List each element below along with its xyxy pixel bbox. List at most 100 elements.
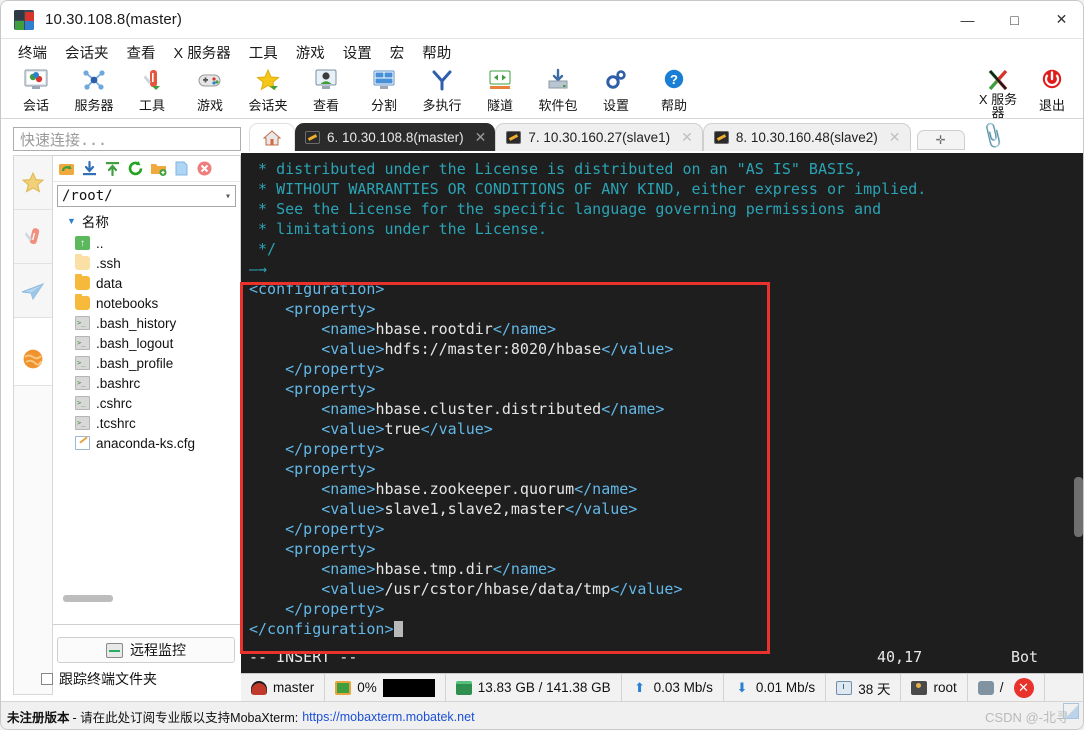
paperclip-icon[interactable]: 📎 bbox=[976, 120, 1008, 152]
key-icon bbox=[305, 130, 320, 144]
menu-view[interactable]: 查看 bbox=[118, 40, 165, 65]
file-column-header[interactable]: ▼ 名称 bbox=[53, 207, 240, 233]
menu-tools[interactable]: 工具 bbox=[240, 40, 287, 65]
toolbar-sessions-folder-button[interactable]: 会话夹 bbox=[239, 65, 297, 119]
terminal-line: </property> bbox=[249, 359, 1083, 379]
terminal-text: </value> bbox=[565, 500, 638, 518]
minimize-button[interactable]: — bbox=[944, 1, 991, 39]
list-item[interactable]: notebooks bbox=[75, 293, 240, 313]
upload-icon[interactable] bbox=[102, 159, 122, 179]
go-up-icon[interactable] bbox=[56, 159, 76, 179]
list-item[interactable]: .bash_logout bbox=[75, 333, 240, 353]
toolbar-servers-label: 服务器 bbox=[74, 98, 114, 113]
menu-terminal[interactable]: 终端 bbox=[9, 40, 56, 65]
terminal-text: </name> bbox=[492, 320, 557, 338]
registration-bar: 未注册版本 - 请在此处订阅专业版以支持MobaXterm: https://m… bbox=[1, 701, 1083, 729]
list-item[interactable]: .tcshrc bbox=[75, 413, 240, 433]
new-folder-icon[interactable] bbox=[148, 159, 168, 179]
remote-monitoring-button[interactable]: 远程监控 bbox=[57, 637, 235, 663]
toolbar-tunneling-button[interactable]: 隧道 bbox=[471, 65, 529, 119]
sidebar-item-macros[interactable] bbox=[14, 332, 52, 386]
file-column-header-label: 名称 bbox=[81, 215, 109, 230]
terminal-scrollbar[interactable] bbox=[1074, 157, 1083, 667]
status-cpu-label: 0% bbox=[357, 680, 377, 695]
toolbar-session-button[interactable]: 会话 bbox=[7, 65, 65, 119]
key-icon bbox=[506, 131, 522, 144]
main-toolbar: 会话 服务器 工具 游戏 会话夹 查看 分割 多执行 隧道 软件包 设置 ? 帮… bbox=[1, 65, 1083, 119]
toolbar-multiexec-button[interactable]: 多执行 bbox=[413, 65, 471, 119]
tab-home[interactable] bbox=[249, 123, 295, 151]
mobaxterm-link[interactable]: https://mobaxterm.mobatek.net bbox=[302, 710, 474, 724]
tab-close-icon[interactable]: ✕ bbox=[475, 129, 487, 146]
list-item[interactable]: .bash_history bbox=[75, 313, 240, 333]
tab-session-slave1[interactable]: 7. 10.30.160.27(slave1) ✕ bbox=[495, 123, 703, 151]
list-item[interactable]: data bbox=[75, 273, 240, 293]
toolbar-split-button[interactable]: 分割 bbox=[355, 65, 413, 119]
terminal-text: * See the License for the specific langu… bbox=[249, 200, 882, 218]
menu-settings[interactable]: 设置 bbox=[334, 40, 381, 65]
monitor-icon bbox=[106, 642, 123, 658]
list-item[interactable]: .bashrc bbox=[75, 373, 240, 393]
close-button[interactable]: ✕ bbox=[1038, 1, 1083, 39]
sidebar-item-tools[interactable] bbox=[14, 210, 52, 264]
cpu-graph bbox=[382, 678, 435, 697]
status-memory-label: 13.83 GB / 141.38 GB bbox=[477, 680, 611, 695]
quick-connect-input[interactable]: 快速连接... bbox=[13, 127, 241, 151]
list-item[interactable]: ↑ .. bbox=[75, 233, 240, 253]
tab-close-icon[interactable]: ✕ bbox=[681, 129, 693, 146]
terminal-text: * WITHOUT WARRANTIES OR CONDITIONS OF AN… bbox=[249, 180, 927, 198]
list-item[interactable]: anaconda-ks.cfg bbox=[75, 433, 240, 453]
sidebar-item-send[interactable] bbox=[14, 264, 52, 318]
new-file-icon[interactable] bbox=[171, 159, 191, 179]
sidebar-item-favorites[interactable] bbox=[14, 156, 52, 210]
scrollbar-thumb[interactable] bbox=[63, 595, 113, 602]
toolbar-view-button[interactable]: 查看 bbox=[297, 65, 355, 119]
menu-sessions[interactable]: 会话夹 bbox=[56, 40, 118, 65]
terminal-line: * distributed under the License is distr… bbox=[249, 159, 1083, 179]
tab-close-icon[interactable]: ✕ bbox=[889, 129, 901, 146]
unregistered-label: 未注册版本 bbox=[7, 711, 70, 725]
terminal-line: <name>hbase.tmp.dir</name> bbox=[249, 559, 1083, 579]
menu-macros[interactable]: 宏 bbox=[381, 40, 414, 65]
delete-icon[interactable] bbox=[194, 159, 214, 179]
list-item[interactable]: .ssh bbox=[75, 253, 240, 273]
toolbar-xserver-button[interactable]: X 服务 器 bbox=[971, 65, 1025, 119]
checkbox-icon[interactable] bbox=[41, 673, 53, 685]
tab-session-slave2[interactable]: 8. 10.30.160.48(slave2) ✕ bbox=[702, 123, 911, 151]
toolbar-tools-button[interactable]: 工具 bbox=[123, 65, 181, 119]
toolbar-packages-button[interactable]: 软件包 bbox=[529, 65, 587, 119]
download-icon[interactable] bbox=[79, 159, 99, 179]
menu-help[interactable]: 帮助 bbox=[413, 40, 460, 65]
follow-terminal-folder-checkbox[interactable]: 跟踪终端文件夹 bbox=[41, 669, 157, 689]
window-resize-grip[interactable] bbox=[1063, 703, 1079, 719]
status-upload-label: 0.03 Mb/s bbox=[653, 680, 713, 695]
tab-session-master[interactable]: 6. 10.30.108.8(master) ✕ bbox=[295, 123, 496, 151]
file-panel-toolbar bbox=[53, 156, 240, 182]
disk-icon bbox=[977, 680, 994, 695]
session-close-button[interactable]: ✕ bbox=[1013, 677, 1034, 698]
toolbar-servers-button[interactable]: 服务器 bbox=[65, 65, 123, 119]
toolbar-settings-button[interactable]: 设置 bbox=[587, 65, 645, 119]
file-path-dropdown[interactable]: /root/ ▾ bbox=[57, 185, 236, 207]
status-disk: / ✕ bbox=[968, 673, 1045, 702]
user-icon bbox=[911, 680, 928, 695]
file-path-value: /root/ bbox=[62, 188, 113, 204]
terminal-pane[interactable]: * distributed under the License is distr… bbox=[241, 153, 1083, 673]
terminal-line: <property> bbox=[249, 539, 1083, 559]
file-name: data bbox=[96, 275, 123, 291]
toolbar-games-button[interactable]: 游戏 bbox=[181, 65, 239, 119]
file-panel-horizontal-scrollbar[interactable] bbox=[53, 593, 239, 602]
menu-games[interactable]: 游戏 bbox=[287, 40, 334, 65]
toolbar-help-button[interactable]: ? 帮助 bbox=[645, 65, 703, 119]
maximize-button[interactable]: □ bbox=[991, 1, 1038, 39]
new-tab-button[interactable]: ✛ bbox=[916, 130, 965, 150]
toolbar-exit-button[interactable]: 退出 bbox=[1025, 65, 1079, 119]
terminal-text: /usr/cstor/hbase/data/tmp bbox=[384, 580, 611, 598]
menu-xserver[interactable]: X 服务器 bbox=[165, 40, 240, 65]
tunneling-icon bbox=[485, 66, 515, 94]
status-memory: 13.83 GB / 141.38 GB bbox=[446, 673, 622, 702]
list-item[interactable]: .bash_profile bbox=[75, 353, 240, 373]
scrollbar-thumb[interactable] bbox=[1074, 477, 1083, 537]
list-item[interactable]: .cshrc bbox=[75, 393, 240, 413]
refresh-icon[interactable] bbox=[125, 159, 145, 179]
